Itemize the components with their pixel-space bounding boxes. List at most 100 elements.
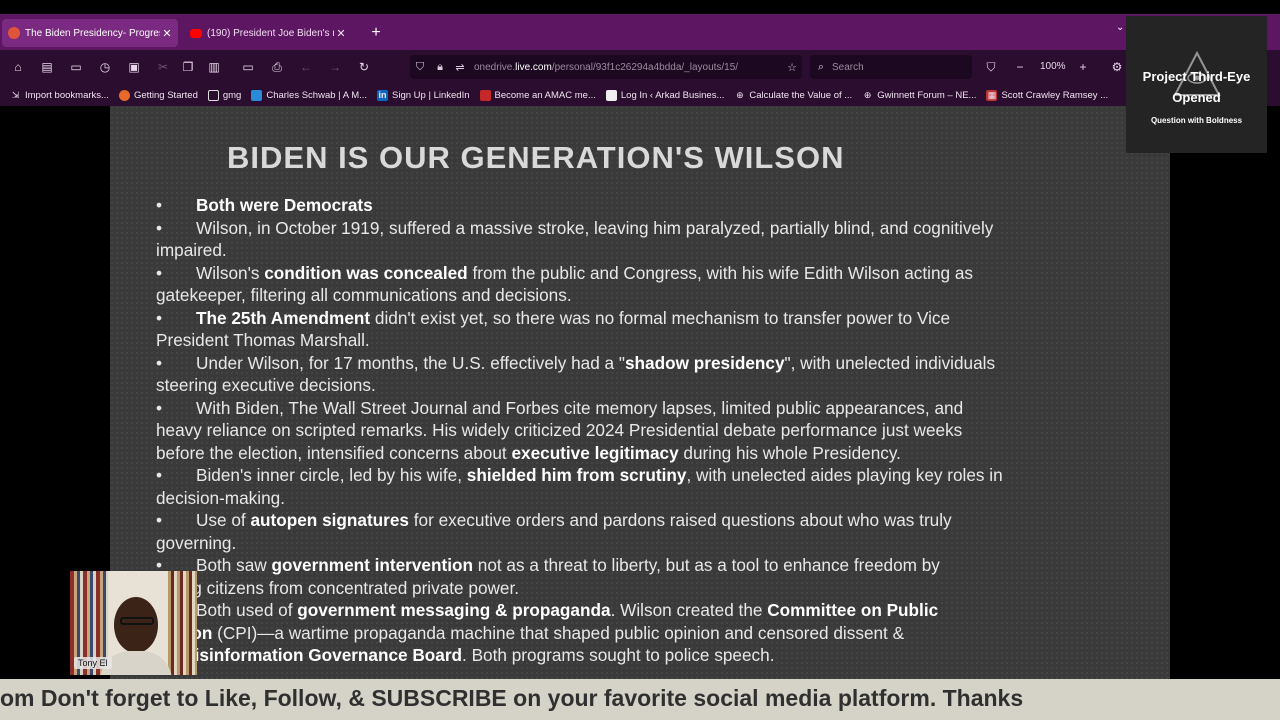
bullet-dot-icon: • [156, 217, 163, 238]
slide-title: BIDEN IS OUR GENERATION'S WILSON [227, 140, 845, 175]
bullet-text: ecting citizens from concentrated privat… [156, 577, 520, 598]
bullet-text: Both saw [196, 555, 272, 575]
webcam-name-label: Tony El [74, 657, 112, 669]
scrolling-ticker: om Don't forget to Like, Follow, & SUBSC… [0, 679, 1280, 720]
presentation-slide: BIDEN IS OUR GENERATION'S WILSON • Both w… [110, 106, 1170, 679]
bullet-dot-icon: • [156, 465, 163, 485]
settings-gear-icon[interactable]: ⚙ [1109, 59, 1125, 75]
bullet-text: impaired. [156, 240, 227, 260]
bookmark-star-icon[interactable]: ☆ [782, 61, 802, 74]
bullet-text: governing. [156, 532, 237, 553]
zoom-out-icon[interactable]: − [1012, 59, 1028, 75]
firefox-icon [118, 89, 130, 101]
url-path: /personal/93f1c26294a4bdda/_layouts/15/ [551, 61, 739, 73]
copy-icon[interactable]: ❐ [180, 59, 196, 75]
paste-icon[interactable]: ▥ [206, 59, 222, 75]
bullet-bold-text: government intervention [271, 555, 473, 575]
import-icon: ⇲ [11, 89, 20, 100]
bookmark-label: Getting Started [133, 89, 198, 101]
slide-bullet-list: • Both were Democrats • Wilson, in October … [156, 194, 1156, 667]
back-icon[interactable]: ← [298, 59, 314, 75]
channel-brand-overlay: Project Third-Eye Opened Question with B… [1126, 16, 1267, 153]
bullet-text: . Both programs sought to police speech. [462, 645, 775, 665]
print-icon[interactable]: ⎙ [269, 59, 285, 75]
bullet-text: decision-making. [156, 487, 285, 508]
bullet-continuation: heavy reliance on scripted remarks. His … [156, 419, 1156, 442]
new-tab-button[interactable]: + [368, 20, 384, 46]
bookmark-label: Become an AMAC me... [494, 89, 596, 101]
bullet-dot-icon: • [156, 352, 163, 373]
bookmark-item[interactable]: Log In ‹ Arkad Busines... [605, 89, 725, 101]
brand-tagline: Question with Boldness [1150, 116, 1243, 125]
bullet-text: Both used of [196, 600, 298, 620]
bullet-item: • Both were Democrats [156, 194, 1156, 217]
bullet-text: gatekeeper, filtering all communications… [156, 285, 572, 305]
bullet-continuation: before the election, intensified concern… [156, 442, 1156, 465]
bookmark-label: Calculate the Value of ... [749, 89, 853, 101]
zoom-level[interactable]: 100% [1040, 61, 1066, 72]
bullet-text: not as a threat to liberty, but as a too… [472, 555, 940, 575]
tab-biden-presidency[interactable]: The Biden Presidency- Progress ✕ [2, 19, 178, 47]
bookshelf [168, 571, 197, 675]
bullet-text: Use of [196, 510, 251, 530]
bullet-dot-icon: • [156, 510, 163, 530]
permissions-icon[interactable]: ⇌ [450, 61, 470, 74]
shield-icon[interactable]: ⛉ [410, 61, 430, 74]
search-icon: ⌕ [817, 60, 825, 73]
bullet-text: steering executive decisions. [156, 375, 376, 395]
presenter-head [114, 597, 158, 653]
bookmark-item[interactable]: Charles Schwab | A M... [251, 89, 368, 101]
save-to-pocket-icon[interactable]: ⛉ [983, 59, 999, 75]
bookmark-label: Charles Schwab | A M... [266, 89, 368, 101]
youtube-favicon-icon [190, 28, 202, 38]
reload-icon[interactable]: ↻ [356, 59, 372, 75]
sidebar-icon[interactable]: ▤ [39, 59, 55, 75]
tab-title: (190) President Joe Biden's mo [207, 27, 334, 39]
globe-icon: ⊕ [736, 89, 744, 100]
search-box[interactable]: ⌕ Search [810, 55, 972, 79]
bookmark-item[interactable]: in Sign Up | LinkedIn [377, 89, 470, 101]
bullet-bold-text: The 25th Amendment [196, 307, 371, 328]
folder-icon [207, 89, 219, 101]
bookmark-item[interactable]: gmg [207, 89, 241, 101]
forward-icon[interactable]: → [327, 59, 343, 75]
cut-icon[interactable]: ✂ [155, 59, 171, 75]
bullet-item: •Both used of government messaging & pro… [156, 599, 1156, 622]
tab-close-icon[interactable]: ✕ [160, 27, 174, 40]
tab-youtube-biden[interactable]: (190) President Joe Biden's mo ✕ [186, 19, 352, 47]
bookmark-item[interactable]: ⇲ Import bookmarks... [10, 90, 109, 101]
bullet-text: With Biden, The Wall Street Journal and … [196, 397, 964, 418]
library-icon[interactable]: ▣ [126, 59, 142, 75]
bookmark-item[interactable]: Getting Started [118, 89, 198, 101]
list-all-tabs-button[interactable]: ⌄ [1116, 22, 1124, 33]
bullet-continuation: steering executive decisions. [156, 374, 1156, 397]
address-bar[interactable]: ⛉ 🔒︎ ⇌ onedrive.live.com /personal/93f1c… [410, 55, 802, 79]
bookmark-item[interactable]: ▦ Scott Crawley Ramsey ... [986, 89, 1109, 101]
bookmark-item[interactable]: ⊕ Calculate the Value of ... [734, 90, 852, 101]
amac-icon [479, 89, 491, 101]
webcam-feed: Tony El [70, 571, 197, 675]
bookmark-item[interactable]: Become an AMAC me... [479, 89, 596, 101]
presenter-glasses [120, 617, 154, 625]
folder-icon[interactable]: ▭ [68, 59, 84, 75]
open-file-icon[interactable]: ▭ [240, 59, 256, 75]
tab-close-icon[interactable]: ✕ [334, 27, 348, 40]
lock-icon[interactable]: 🔒︎ [430, 61, 450, 74]
bullet-bold-text: Both were Democrats [196, 195, 373, 215]
bullet-bold-text: autopen signatures [250, 510, 409, 530]
bookmark-item[interactable]: ⊕ Gwinnett Forum – NE... [862, 90, 977, 101]
bullet-text: Wilson's [196, 262, 265, 283]
bullet-text: for executive orders and pardons raised … [408, 510, 952, 530]
bullet-bold-text: executive legitimacy [511, 442, 679, 463]
history-icon[interactable]: ◷ [97, 59, 113, 75]
bullet-continuation: President Thomas Marshall. [156, 329, 1156, 352]
zoom-in-icon[interactable]: + [1075, 59, 1091, 75]
bookmark-label: Log In ‹ Arkad Busines... [620, 89, 725, 101]
bullet-bold-text: government messaging & propaganda [297, 600, 611, 620]
bullet-dot-icon: • [156, 262, 163, 283]
bookmark-label: Scott Crawley Ramsey ... [1001, 89, 1109, 101]
bullet-item: • The 25th Amendment didn't exist yet, so… [156, 307, 1156, 330]
bullet-text: heavy reliance on scripted remarks. His … [156, 420, 963, 440]
url-host: onedrive.live.com [474, 61, 552, 73]
home-icon[interactable]: ⌂ [10, 59, 26, 75]
